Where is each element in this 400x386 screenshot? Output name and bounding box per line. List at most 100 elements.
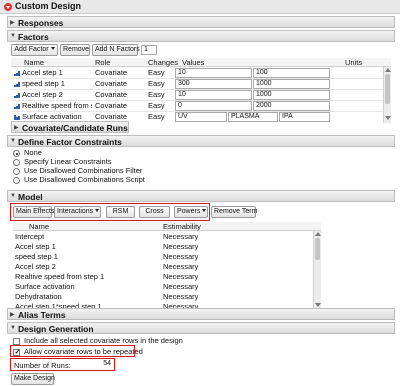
model-term[interactable]: Intercept bbox=[15, 232, 44, 241]
factor-name[interactable]: Accel step 2 bbox=[22, 90, 92, 99]
continuous-factor-icon bbox=[14, 81, 21, 87]
factor-value-low[interactable]: 10 bbox=[175, 68, 252, 78]
n-factors-input[interactable]: 1 bbox=[141, 45, 157, 55]
remove-term-button[interactable]: Remove Term bbox=[211, 206, 257, 218]
model-title: Model bbox=[18, 191, 43, 202]
factor-role[interactable]: Covariate bbox=[95, 112, 127, 121]
model-estimability[interactable]: Necessary bbox=[163, 292, 198, 301]
model-term[interactable]: Surface activation bbox=[15, 282, 75, 291]
alias-terms-title: Alias Terms bbox=[18, 309, 66, 320]
factor-level-1[interactable]: UV bbox=[175, 112, 227, 122]
factor-name[interactable]: speed step 1 bbox=[22, 79, 92, 88]
continuous-factor-icon bbox=[14, 70, 21, 76]
scroll-up-icon[interactable] bbox=[385, 68, 391, 72]
model-estimability[interactable]: Necessary bbox=[163, 262, 198, 271]
factor-role[interactable]: Covariate bbox=[95, 101, 127, 110]
factor-changes[interactable]: Easy bbox=[148, 68, 165, 77]
col-estimability: Estimability bbox=[163, 222, 201, 231]
factor-value-low[interactable]: 10 bbox=[175, 90, 252, 100]
factor-role[interactable]: Covariate bbox=[95, 68, 127, 77]
scroll-thumb[interactable] bbox=[315, 238, 320, 260]
continuous-factor-icon bbox=[14, 92, 21, 98]
factors-section-header[interactable]: ▼ Factors bbox=[7, 30, 395, 42]
radio-linear-constraints[interactable] bbox=[13, 159, 20, 166]
disclosure-icon[interactable]: ▼ bbox=[10, 33, 16, 39]
factors-table-header: Name Role Changes Values Units bbox=[11, 58, 391, 67]
factors-scrollbar[interactable] bbox=[383, 67, 391, 123]
disclosure-icon[interactable]: ▶ bbox=[10, 311, 15, 318]
model-estimability[interactable]: Necessary bbox=[163, 282, 198, 291]
disclosure-icon[interactable]: ▶ bbox=[10, 19, 15, 26]
factor-value-low[interactable]: 0 bbox=[175, 101, 252, 111]
radio-disallowed-script[interactable] bbox=[13, 177, 20, 184]
model-term[interactable]: Realtive speed from step 1 bbox=[15, 272, 104, 281]
model-estimability[interactable]: Necessary bbox=[163, 252, 198, 261]
model-term[interactable]: Accel step 2 bbox=[15, 262, 56, 271]
model-term[interactable]: Accel step 1 bbox=[15, 242, 56, 251]
dropdown-caret-icon bbox=[50, 47, 55, 50]
include-covariate-label: Include all selected covariate rows in t… bbox=[24, 336, 183, 345]
continuous-factor-icon bbox=[14, 103, 21, 109]
factor-value-high[interactable]: 100 bbox=[253, 68, 330, 78]
factor-name[interactable]: Realtive speed from step 1 bbox=[22, 101, 92, 110]
radio-label-script: Use Disallowed Combinations Script bbox=[24, 175, 145, 184]
disclosure-icon[interactable]: ▼ bbox=[10, 193, 16, 199]
model-term[interactable]: Dehydratation bbox=[15, 292, 62, 301]
factor-level-2[interactable]: PLASMA bbox=[228, 112, 278, 122]
scroll-down-icon[interactable] bbox=[315, 303, 321, 307]
add-factor-button[interactable]: Add Factor bbox=[11, 44, 58, 56]
factor-level-3[interactable]: IPA bbox=[279, 112, 330, 122]
radio-disallowed-filter[interactable] bbox=[13, 168, 20, 175]
radio-label-none: None bbox=[24, 148, 42, 157]
alias-terms-header[interactable]: ▶ Alias Terms bbox=[7, 308, 395, 320]
factor-name[interactable]: Surface activation bbox=[22, 112, 92, 121]
disclosure-icon[interactable]: ▼ bbox=[10, 138, 16, 144]
factor-value-high[interactable]: 2000 bbox=[253, 101, 330, 111]
factor-changes[interactable]: Easy bbox=[148, 90, 165, 99]
add-factor-label: Add Factor bbox=[14, 46, 49, 53]
model-term[interactable]: speed step 1 bbox=[15, 252, 58, 261]
constraints-section-header[interactable]: ▼ Define Factor Constraints bbox=[7, 135, 395, 147]
make-design-button[interactable]: Make Design bbox=[11, 373, 55, 385]
covariate-runs-title: Covariate/Candidate Runs bbox=[22, 122, 128, 133]
factor-value-low[interactable]: 300 bbox=[175, 79, 252, 89]
covariate-runs-header[interactable]: ▶ Covariate/Candidate Runs bbox=[11, 121, 129, 133]
scroll-up-icon[interactable] bbox=[315, 232, 321, 236]
allow-repeat-highlight bbox=[10, 345, 135, 357]
factor-name[interactable]: Accel step 1 bbox=[22, 68, 92, 77]
radio-none[interactable] bbox=[13, 150, 20, 157]
factor-role[interactable]: Covariate bbox=[95, 79, 127, 88]
col-term-name: Name bbox=[29, 222, 50, 231]
runs-highlight bbox=[10, 358, 115, 371]
factor-role[interactable]: Covariate bbox=[95, 90, 127, 99]
scroll-thumb[interactable] bbox=[385, 74, 390, 104]
factor-changes[interactable]: Easy bbox=[148, 79, 165, 88]
factor-changes[interactable]: Easy bbox=[148, 112, 165, 121]
scroll-down-icon[interactable] bbox=[385, 116, 391, 120]
remove-factor-button[interactable]: Remove bbox=[60, 44, 90, 56]
red-triangle-menu-icon[interactable] bbox=[4, 3, 12, 11]
add-n-factors-button[interactable]: Add N Factors bbox=[92, 44, 140, 56]
model-buttons-highlight bbox=[10, 203, 210, 221]
disclosure-icon[interactable]: ▶ bbox=[14, 124, 19, 131]
categorical-factor-icon bbox=[14, 114, 21, 120]
design-generation-title: Design Generation bbox=[18, 323, 94, 334]
factor-changes[interactable]: Easy bbox=[148, 101, 165, 110]
col-role: Role bbox=[95, 58, 111, 67]
radio-label-filter: Use Disallowed Combinations Filter bbox=[24, 166, 143, 175]
model-estimability[interactable]: Necessary bbox=[163, 242, 198, 251]
radio-label-linear: Specify Linear Constraints bbox=[24, 157, 112, 166]
disclosure-icon[interactable]: ▼ bbox=[10, 325, 16, 331]
custom-design-header[interactable]: Custom Design bbox=[0, 0, 400, 14]
col-name: Name bbox=[24, 58, 45, 67]
model-estimability[interactable]: Necessary bbox=[163, 232, 198, 241]
model-estimability[interactable]: Necessary bbox=[163, 272, 198, 281]
factor-value-high[interactable]: 1000 bbox=[253, 90, 330, 100]
include-covariate-checkbox[interactable] bbox=[13, 338, 20, 345]
col-units: Units bbox=[345, 58, 363, 67]
model-section-header[interactable]: ▼ Model bbox=[7, 190, 395, 202]
model-scrollbar[interactable] bbox=[313, 231, 321, 310]
responses-section-header[interactable]: ▶ Responses bbox=[7, 16, 395, 28]
design-generation-header[interactable]: ▼ Design Generation bbox=[7, 322, 395, 334]
factor-value-high[interactable]: 1000 bbox=[253, 79, 330, 89]
